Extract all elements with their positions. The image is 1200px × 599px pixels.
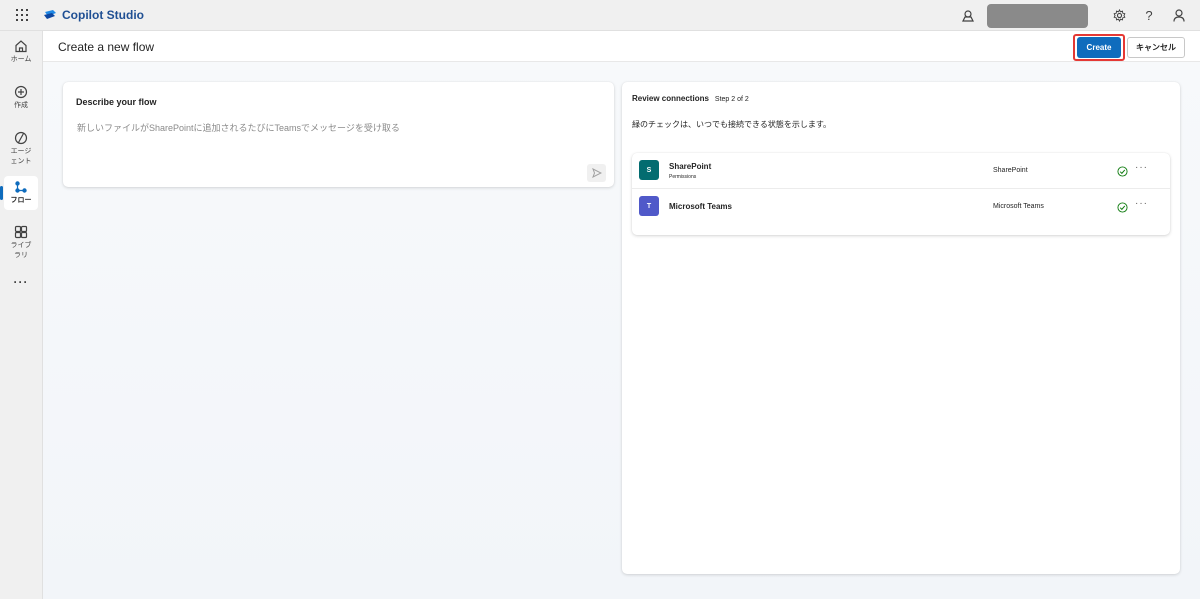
step-indicator: Step 2 of 2 bbox=[714, 96, 749, 103]
cancel-button[interactable]: キャンセル bbox=[1127, 37, 1185, 58]
page-title: Create a new flow bbox=[58, 40, 155, 54]
environment-icon bbox=[962, 9, 974, 22]
copilot-studio-logo-icon bbox=[44, 10, 56, 19]
rail-item-more[interactable]: ··· bbox=[4, 275, 38, 289]
send-icon bbox=[591, 168, 602, 178]
describe-flow-card: Describe your flow 新しいファイルがSharePointに追加… bbox=[63, 82, 614, 187]
review-description: 緑のチェックは、いつでも接続できる状態を示します。 bbox=[632, 120, 832, 129]
flow-icon bbox=[15, 181, 27, 193]
rail-item-label: ラリ bbox=[14, 252, 28, 259]
connection-type: SharePoint bbox=[993, 167, 1028, 174]
review-header: Review connections Step 2 of 2 bbox=[632, 94, 749, 103]
connections-list: S SharePoint Permissions SharePoint ··· … bbox=[632, 153, 1170, 235]
connection-row: S SharePoint Permissions SharePoint ··· bbox=[632, 153, 1170, 188]
settings-button[interactable] bbox=[1104, 0, 1134, 31]
create-button[interactable]: Create bbox=[1077, 37, 1121, 58]
home-icon bbox=[15, 40, 27, 53]
sharepoint-icon: S bbox=[639, 160, 659, 180]
connection-name: SharePoint bbox=[669, 162, 712, 171]
agent-icon bbox=[14, 131, 28, 145]
top-bar: Copilot Studio ? bbox=[0, 0, 1200, 31]
rail-item-label: エージ bbox=[10, 148, 32, 155]
review-connections-card: Review connections Step 2 of 2 緑のチェックは、い… bbox=[622, 82, 1180, 574]
teams-icon: T bbox=[639, 196, 659, 216]
rail-item-label: ェント bbox=[10, 158, 32, 165]
more-icon: ··· bbox=[13, 275, 29, 289]
rail-item-library[interactable]: ライブ ラリ bbox=[4, 225, 38, 261]
account-button[interactable] bbox=[1164, 0, 1194, 31]
add-circle-icon bbox=[14, 85, 28, 99]
environment-selector[interactable] bbox=[987, 3, 1088, 28]
connection-name: Microsoft Teams bbox=[669, 202, 732, 211]
rail-item-home[interactable]: ホーム bbox=[4, 39, 38, 65]
review-title: Review connections bbox=[632, 94, 709, 103]
send-button[interactable] bbox=[587, 164, 606, 182]
connection-type: Microsoft Teams bbox=[993, 203, 1044, 210]
question-icon: ? bbox=[1145, 8, 1153, 23]
connection-more-button[interactable]: ··· bbox=[1135, 162, 1148, 173]
rail-item-label: ライブ bbox=[10, 242, 32, 249]
app-title[interactable]: Copilot Studio bbox=[62, 8, 144, 22]
environment-button[interactable] bbox=[953, 0, 983, 31]
flow-description-input[interactable]: 新しいファイルがSharePointに追加されるたびにTeamsでメッセージを受… bbox=[77, 121, 400, 134]
rail-item-label: 作成 bbox=[14, 102, 28, 109]
check-circle-icon bbox=[1117, 202, 1128, 213]
rail-item-label: フロー bbox=[10, 197, 32, 204]
connection-sub: Permissions bbox=[669, 174, 697, 180]
describe-flow-title: Describe your flow bbox=[76, 97, 157, 107]
page-header: Create a new flow Create キャンセル bbox=[43, 31, 1200, 62]
library-icon bbox=[14, 225, 28, 239]
app-launcher-button[interactable] bbox=[0, 0, 43, 31]
rail-item-create[interactable]: 作成 bbox=[4, 85, 38, 111]
main-content: Describe your flow 新しいファイルがSharePointに追加… bbox=[43, 62, 1200, 599]
person-icon bbox=[1173, 9, 1185, 22]
rail-active-indicator bbox=[0, 186, 3, 200]
rail-item-agents[interactable]: エージ ェント bbox=[4, 131, 38, 167]
rail-item-flows[interactable]: フロー bbox=[4, 176, 38, 210]
help-button[interactable]: ? bbox=[1134, 0, 1164, 31]
connection-row: T Microsoft Teams Microsoft Teams ··· bbox=[632, 188, 1170, 223]
gear-icon bbox=[1113, 9, 1125, 22]
top-right-actions: ? bbox=[953, 0, 1200, 31]
left-nav-rail: ホーム 作成 エージ ェント フロー ライブ ラリ ··· bbox=[0, 31, 43, 599]
waffle-icon bbox=[15, 9, 28, 21]
rail-item-label: ホーム bbox=[10, 56, 32, 63]
check-circle-icon bbox=[1117, 166, 1128, 177]
connection-more-button[interactable]: ··· bbox=[1135, 198, 1148, 209]
